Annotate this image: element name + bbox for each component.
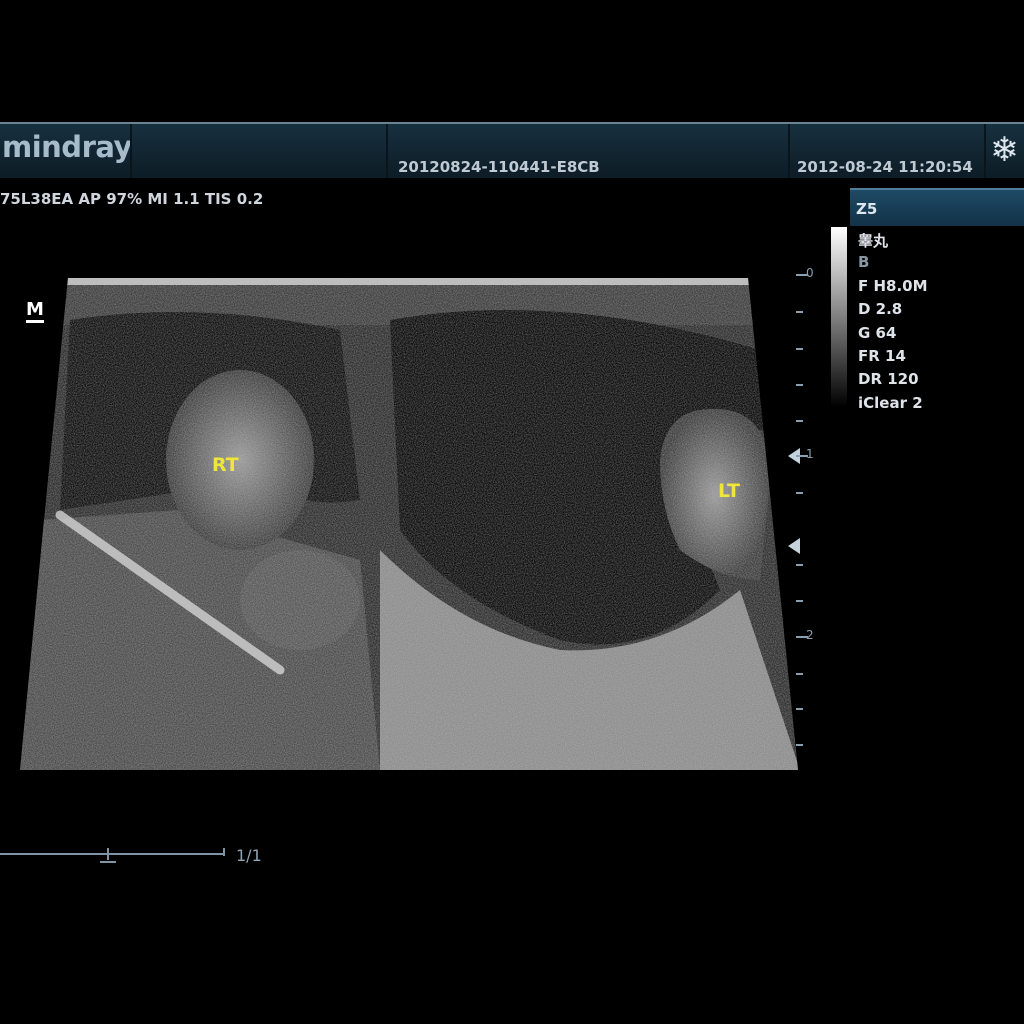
scale-tick: [796, 420, 803, 422]
exam-id: 20120824-110441-E8CB: [398, 158, 600, 176]
probe-params: 75L38EA AP 97% MI 1.1 TIS 0.2: [0, 190, 264, 208]
scale-tick: [796, 492, 803, 494]
cine-slider[interactable]: [0, 846, 230, 872]
scale-tick: [796, 348, 803, 350]
scale-label-2: 2: [806, 628, 814, 642]
grayscale-bar: [831, 227, 847, 407]
header-bar: mindray 20120824-110441-E8CB 2012-08-24 …: [0, 122, 1024, 178]
preset-tab[interactable]: Z5: [850, 188, 1024, 226]
exam-datetime: 2012-08-24 11:20:54: [797, 158, 973, 176]
header-divider: [130, 124, 132, 178]
param-gain: G 64: [858, 323, 897, 342]
snowflake-icon[interactable]: ❄: [990, 130, 1024, 170]
header-divider: [984, 124, 986, 178]
scale-label-1: 1: [806, 447, 814, 461]
scale-tick: [796, 744, 803, 746]
brand-logo: mindray: [2, 130, 132, 164]
depth-scale: 0 1 2: [786, 266, 826, 758]
scale-tick: [796, 673, 803, 675]
focus-marker-icon[interactable]: [788, 538, 800, 554]
scale-tick: [796, 311, 803, 313]
header-divider: [386, 124, 388, 178]
param-depth: D 2.8: [858, 300, 903, 319]
organ-label: 睾丸: [858, 232, 889, 250]
scale-tick: [796, 600, 803, 602]
scale-tick: [796, 708, 803, 710]
param-dynamic-range: DR 120: [858, 370, 919, 389]
preset-panel: Z5 睾丸 B F H8.0M D 2.8 G 64 FR 14 DR 120 …: [850, 188, 1024, 417]
ultrasound-image: [20, 278, 798, 770]
imaging-mode: B: [858, 253, 870, 272]
param-frequency: F H8.0M: [858, 276, 928, 295]
scale-tick: [796, 384, 803, 386]
annotation-lt: LT: [718, 480, 740, 502]
cine-frame-counter: 1/1: [236, 846, 262, 865]
param-frame-rate: FR 14: [858, 346, 906, 365]
scale-label-0: 0: [806, 266, 814, 280]
annotation-rt: RT: [212, 454, 239, 476]
header-divider: [788, 124, 790, 178]
param-iclear: iClear 2: [858, 393, 923, 412]
scale-tick: [796, 564, 803, 566]
param-list: 睾丸 B F H8.0M D 2.8 G 64 FR 14 DR 120 iCl…: [850, 230, 1024, 417]
